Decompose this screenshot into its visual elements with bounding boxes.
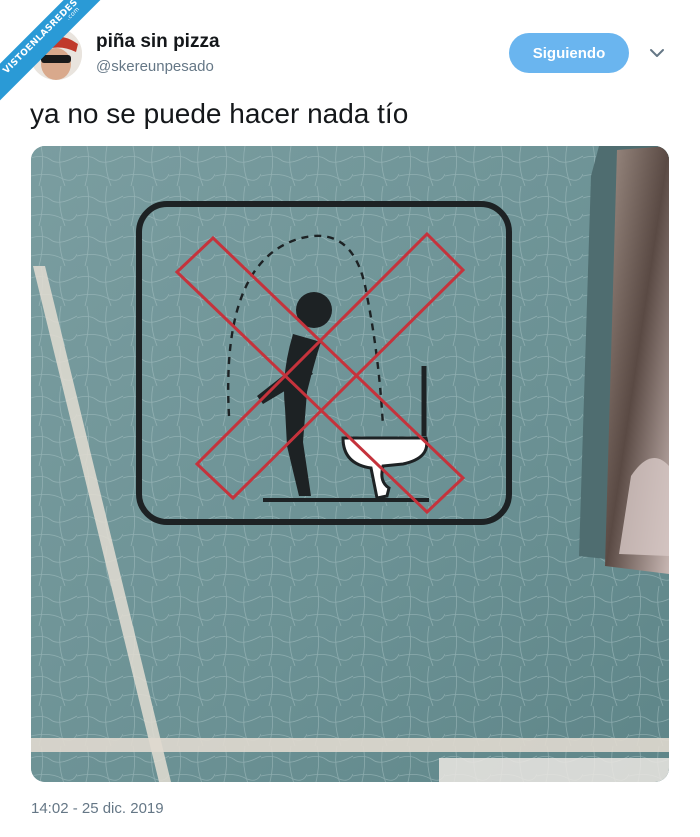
tweet-timestamp[interactable]: 14:02 - 25 dic. 2019 [31, 800, 164, 817]
following-button[interactable]: Siguiendo [509, 33, 629, 73]
watermark-text: VISTOENLASREDES .com [0, 0, 110, 109]
author-handle[interactable]: @skereunpesado [96, 58, 214, 75]
chevron-down-icon[interactable] [646, 42, 668, 64]
watermark-label: VISTOENLASREDES [1, 0, 81, 77]
bathroom-sign-photo [31, 146, 669, 782]
watermark-ribbon: VISTOENLASREDES .com [0, 0, 110, 110]
author-name[interactable]: piña sin pizza [96, 31, 220, 53]
tweet-photo[interactable] [31, 146, 669, 782]
